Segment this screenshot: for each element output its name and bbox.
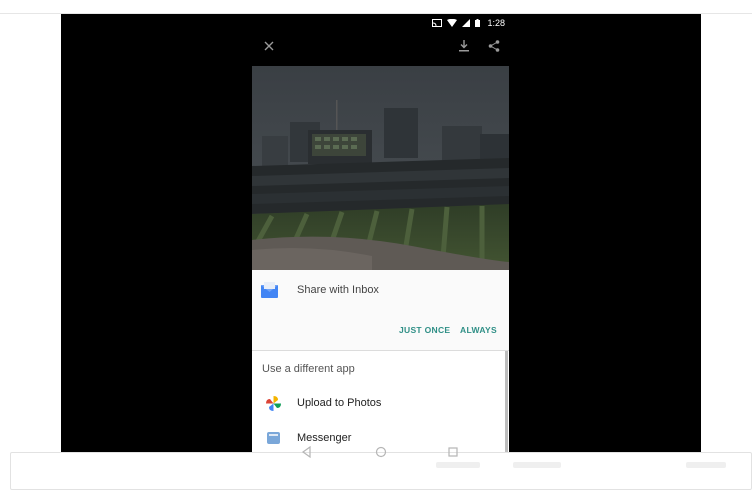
back-icon — [301, 446, 311, 458]
just-once-button[interactable]: JUST ONCE — [399, 325, 450, 335]
share-sheet: Share with Inbox JUST ONCE ALWAYS Use a … — [252, 270, 509, 454]
app-label: Messenger — [297, 432, 352, 444]
close-icon — [264, 41, 274, 51]
status-time: 1:28 — [487, 18, 505, 28]
stadium-image — [252, 66, 509, 270]
close-button[interactable] — [259, 36, 279, 56]
app-list: Use a different app Upload to Photos Mes… — [252, 351, 509, 454]
faint-text — [686, 462, 726, 468]
faint-text — [436, 462, 480, 468]
phone-screen: 1:28 Share with Inbox JUST ONCE ALWAYS U… — [61, 14, 701, 454]
share-with-inbox-label: Share with Inbox — [297, 284, 379, 296]
inbox-option[interactable]: Share with Inbox JUST ONCE ALWAYS — [252, 270, 509, 350]
use-different-app-label: Use a different app — [262, 363, 355, 375]
share-icon — [488, 40, 500, 52]
download-icon — [459, 40, 469, 52]
stadium-photo — [252, 66, 509, 270]
app-label: Upload to Photos — [297, 397, 382, 409]
home-button[interactable] — [374, 445, 388, 459]
status-bar: 1:28 — [432, 16, 505, 30]
inbox-icon — [261, 282, 278, 298]
download-button[interactable] — [454, 36, 474, 56]
signal-icon — [462, 19, 471, 27]
scrollbar[interactable] — [505, 351, 508, 454]
faint-text — [513, 462, 561, 468]
always-button[interactable]: ALWAYS — [460, 325, 497, 335]
messenger-icon — [267, 432, 280, 444]
home-icon — [375, 446, 387, 458]
photos-pinwheel-icon — [266, 396, 281, 411]
cast-icon — [432, 19, 443, 27]
recents-button[interactable] — [446, 445, 460, 459]
share-button[interactable] — [484, 36, 504, 56]
recents-icon — [448, 447, 458, 457]
back-button[interactable] — [300, 445, 314, 459]
wifi-icon — [447, 19, 458, 27]
battery-icon — [475, 19, 481, 27]
app-item-upload-to-photos[interactable]: Upload to Photos — [252, 388, 509, 418]
